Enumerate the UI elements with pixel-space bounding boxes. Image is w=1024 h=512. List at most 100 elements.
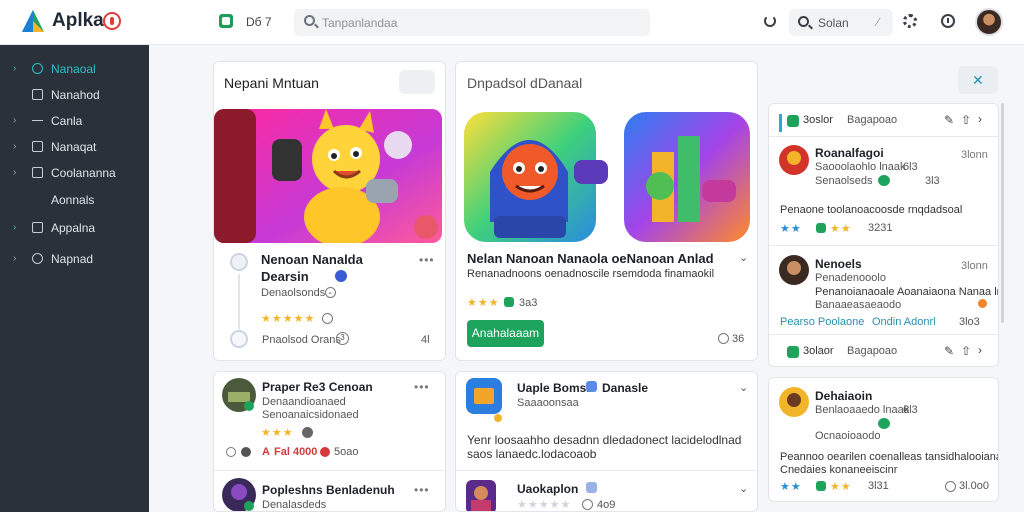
install-button[interactable]: Anahalaaam <box>467 320 544 347</box>
app-store-icon[interactable] <box>219 14 233 28</box>
app-name[interactable]: Popleshns Benladenuh <box>262 483 395 497</box>
review-count: 36 <box>732 333 745 345</box>
entry-name[interactable]: Dehaiaoin <box>815 389 872 403</box>
entry-description-2: Cnedaies konaneeiscinr <box>780 464 898 476</box>
app-thumbnail-image[interactable] <box>466 378 502 422</box>
clock-icon[interactable] <box>941 14 955 28</box>
more-options-icon[interactable]: ••• <box>419 253 435 267</box>
app-icon[interactable] <box>230 253 248 271</box>
info-icon[interactable] <box>718 333 729 344</box>
user-avatar-image[interactable] <box>779 255 809 285</box>
app-name-tail: Danasle <box>602 381 649 395</box>
info-icon[interactable] <box>302 427 313 438</box>
user-avatar[interactable] <box>975 8 1003 36</box>
chevron-down-icon[interactable]: ⌄ <box>739 482 748 495</box>
app-label[interactable]: Dб 7 <box>246 15 272 29</box>
refresh-icon[interactable] <box>764 15 776 27</box>
more-options-icon[interactable]: ••• <box>414 380 430 394</box>
sidebar-item-canla[interactable]: › Canla <box>0 109 149 133</box>
chevron-right-icon: › <box>13 222 17 233</box>
sidebar-item-nanahod[interactable]: Nanahod <box>0 83 149 107</box>
scrollbar[interactable] <box>1001 103 1004 323</box>
entry-sub-2: Banaaeasaeaodo <box>815 299 902 311</box>
app-line-1: Saaaoonsaa <box>517 397 579 409</box>
app-name[interactable]: Uaple Bomsh <box>517 381 594 395</box>
play-icon <box>816 223 826 233</box>
entry-link-2[interactable]: Ondin Adonrl <box>872 316 936 328</box>
divider <box>769 136 998 137</box>
entry-stat: 3lo3 <box>959 316 980 328</box>
featured-app-card: Nepani Mntuan Nenoan Nanalda ••• Dearsin… <box>213 61 446 361</box>
alert-icon[interactable] <box>103 12 121 30</box>
footer-label: Pnaolsod Orans <box>262 334 341 346</box>
alert-icon <box>320 447 330 457</box>
sidebar-item-appalna[interactable]: › Appalna <box>0 216 149 240</box>
app-name[interactable]: Nenoan Nanalda <box>261 252 363 267</box>
game-headline[interactable]: Nelan Nanoan Nanaola oeNanoan Anlad <box>467 251 714 266</box>
info-icon[interactable] <box>322 313 333 324</box>
rating-value: 3a3 <box>519 297 538 309</box>
app-line-3: Denalasdeds <box>262 499 327 511</box>
sidebar-item-coolananna[interactable]: › Coolananna <box>0 161 149 185</box>
entry-stat-2: 3l.0o0 <box>959 480 989 492</box>
app-name[interactable]: Praper Re3 Cenoan <box>262 380 373 394</box>
search-placeholder: Tanpanlandaa <box>322 16 398 30</box>
chevron-down-icon[interactable]: ⌄ <box>739 251 748 264</box>
settings-icon[interactable] <box>903 14 917 28</box>
info-icon[interactable] <box>945 481 956 492</box>
more-options-icon[interactable]: ••• <box>414 483 430 497</box>
app-name[interactable]: Uaokaplon <box>517 482 578 496</box>
sidebar-item-nanaoal[interactable]: › Nanaoal <box>0 57 149 81</box>
tab-label-2[interactable]: Bagapoao <box>847 345 897 357</box>
user-avatar-image[interactable] <box>779 387 809 417</box>
entry-description: Peannoo oearilen coenalleas tansidhalooi… <box>780 451 999 463</box>
verified-icon <box>586 482 597 493</box>
tab-label[interactable]: 3oslor <box>803 114 833 126</box>
divider <box>769 245 998 246</box>
chevron-down-icon[interactable]: ⌄ <box>739 381 748 394</box>
rating-stars: ★★★★★ <box>261 313 316 325</box>
edit-icon[interactable]: ✎ <box>944 344 954 358</box>
app-logo-icon[interactable] <box>20 8 46 34</box>
share-icon[interactable]: ⇧ <box>961 113 971 127</box>
app-store-icon <box>787 346 799 358</box>
sidebar-item-nanaqat[interactable]: › Nanaqat <box>0 135 149 159</box>
info-icon[interactable] <box>582 499 593 510</box>
entry-name[interactable]: Nenoels <box>815 257 862 271</box>
search-input[interactable]: Tanpanlandaa <box>294 9 650 36</box>
card-action-button[interactable] <box>399 70 435 94</box>
app-thumbnail-image[interactable] <box>222 378 256 412</box>
divider <box>214 470 445 471</box>
share-icon[interactable]: ⇧ <box>961 344 971 358</box>
eye-icon <box>32 253 43 264</box>
entry-rating: 3l31 <box>868 480 889 492</box>
secondary-search-field[interactable]: Solan ∕ <box>789 9 893 36</box>
tab-label-2[interactable]: Bagapoao <box>847 114 897 126</box>
app-thumbnail-image[interactable] <box>466 480 496 512</box>
entry-link[interactable]: Pearso Poolaone <box>780 316 864 328</box>
close-button[interactable]: ✕ <box>958 66 998 94</box>
chevron-right-icon[interactable]: › <box>978 112 982 126</box>
featured-app-banner-image[interactable] <box>214 109 442 243</box>
edit-icon[interactable]: ✎ <box>944 113 954 127</box>
sidebar-item-label: Napnad <box>51 252 94 266</box>
tab-label[interactable]: 3olaor <box>803 345 834 357</box>
entry-name[interactable]: Roanalfagoi <box>815 146 884 160</box>
featured-games-banner-image[interactable] <box>464 112 754 242</box>
radio-icon[interactable] <box>226 447 236 457</box>
chevron-right-icon[interactable]: › <box>978 343 982 357</box>
entry-sub-2: Ocnaoioaodo <box>815 430 881 442</box>
card-title: Dnpadsol dDanaal <box>467 75 583 91</box>
user-avatar-image[interactable] <box>779 145 809 175</box>
price-tail: 5oao <box>334 446 359 458</box>
sidebar-item-napnad[interactable]: › Napnad <box>0 247 149 271</box>
folder-icon <box>32 141 43 152</box>
sidebar-item-label: Coolananna <box>51 166 116 180</box>
divider <box>456 470 757 471</box>
sidebar: › Nanaoal Nanahod › Canla › Nanaqat › Co… <box>0 45 149 512</box>
info-icon[interactable] <box>325 287 336 298</box>
rating-stars: ★★★ <box>261 427 294 439</box>
sidebar-item-aonnals[interactable]: Aonnals <box>0 188 149 212</box>
app-thumbnail-image[interactable] <box>222 478 256 512</box>
game-description: Renanadnoons oenadnoscile rsemdoda finam… <box>467 268 715 280</box>
